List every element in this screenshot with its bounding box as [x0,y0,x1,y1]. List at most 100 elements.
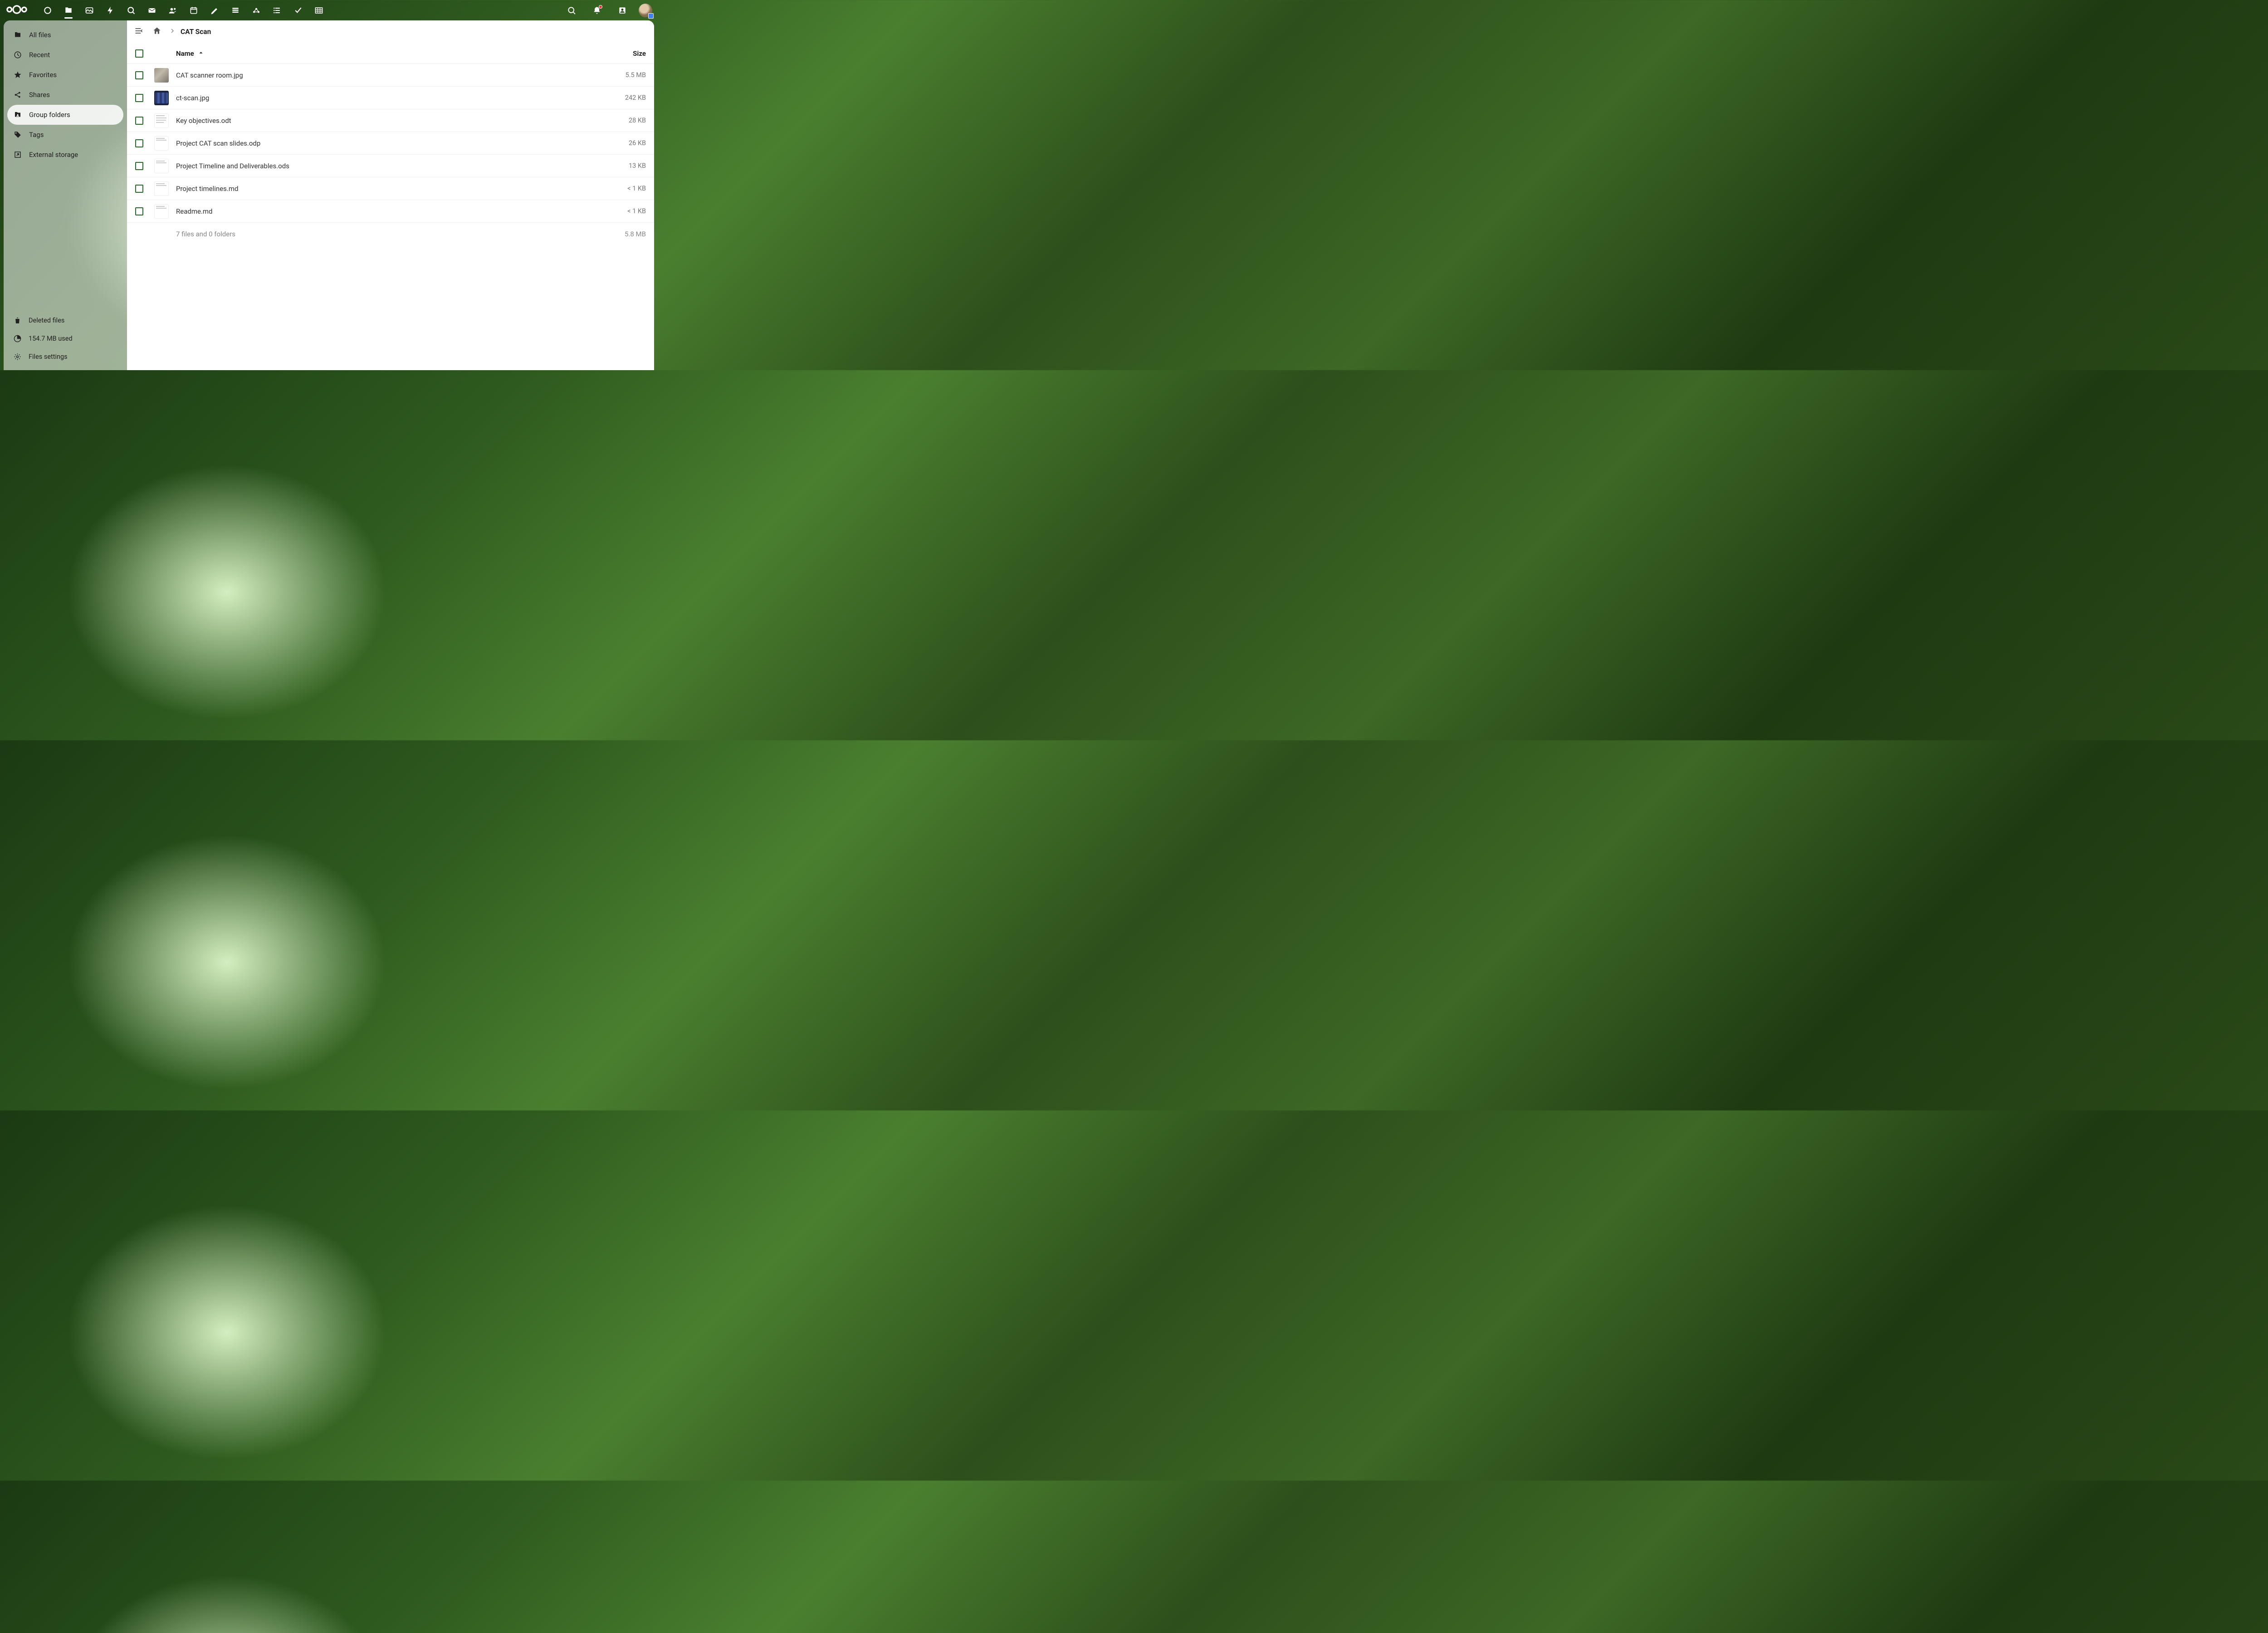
table-header: Name Size [127,43,654,64]
folder-icon [14,31,22,39]
mail-app-icon[interactable] [142,0,162,20]
sidebar-item-shares[interactable]: Shares [7,85,123,105]
file-thumbnail [154,181,169,196]
select-all-checkbox[interactable] [135,49,143,58]
row-checkbox[interactable] [135,139,143,147]
notification-dot [599,5,602,9]
sidebar-item-tags[interactable]: Tags [7,125,123,145]
table-row[interactable]: Key objectives.odt28 KB [127,109,654,132]
files-app-icon[interactable] [58,0,79,20]
sidebar-item-label: Recent [29,51,50,59]
file-size: 26 KB [605,139,646,147]
sort-asc-icon [198,49,204,58]
sidebar-item-external-storage[interactable]: External storage [7,145,123,165]
tag-icon [14,131,22,139]
star-icon [14,71,22,79]
file-thumbnail [154,159,169,173]
toggle-sidebar-icon[interactable] [132,24,145,39]
sidebar-item-group-folders[interactable]: Group folders [7,105,123,125]
file-size: 242 KB [605,94,646,102]
breadcrumb-current[interactable]: CAT Scan [181,28,211,36]
sidebar-item-label: Favorites [29,71,57,79]
chevron-right-icon [169,27,176,36]
trash-icon [14,317,21,324]
notes-app-icon[interactable] [204,0,225,20]
sidebar-item-label: Group folders [29,111,70,119]
file-name[interactable]: Key objectives.odt [176,117,605,125]
table-row[interactable]: Readme.md< 1 KB [127,200,654,223]
summary-row: 7 files and 0 folders 5.8 MB [127,223,654,245]
row-checkbox[interactable] [135,71,143,79]
sidebar-item-label: Shares [29,91,50,99]
tables-app-icon[interactable] [308,0,329,20]
sidebar-item-label: 154.7 MB used [29,335,73,342]
sidebar-item-label: External storage [29,151,78,159]
row-checkbox[interactable] [135,94,143,102]
file-thumbnail [154,68,169,83]
activity-app-icon[interactable] [100,0,121,20]
file-size: 5.5 MB [605,71,646,79]
file-name[interactable]: ct-scan.jpg [176,94,605,102]
deck-app-icon[interactable] [225,0,246,20]
file-name[interactable]: Project timelines.md [176,185,605,193]
sidebar: All files Recent Favorites Shares Group … [4,20,127,370]
file-name[interactable]: CAT scanner room.jpg [176,71,605,79]
circles-app-icon[interactable] [246,0,267,20]
sidebar-item-deleted[interactable]: Deleted files [7,311,123,329]
photos-app-icon[interactable] [79,0,100,20]
notifications-icon[interactable] [588,1,606,20]
calendar-app-icon[interactable] [183,0,204,20]
nextcloud-logo[interactable] [5,4,28,17]
file-name[interactable]: Project CAT scan slides.odp [176,139,605,147]
file-size: 13 KB [605,162,646,170]
table-row[interactable]: Project timelines.md< 1 KB [127,177,654,200]
file-thumbnail [154,136,169,151]
avatar-status-badge [648,13,654,19]
table-row[interactable]: Project Timeline and Deliverables.ods13 … [127,155,654,177]
sidebar-item-label: Files settings [29,353,68,361]
file-size: < 1 KB [605,185,646,192]
pie-icon [14,335,21,342]
group-folder-icon [14,111,22,119]
file-thumbnail [154,113,169,128]
summary-text: 7 files and 0 folders [176,230,605,238]
row-checkbox[interactable] [135,185,143,193]
clock-icon [14,51,22,59]
sidebar-item-quota[interactable]: 154.7 MB used [7,329,123,347]
tasks-app-icon[interactable] [288,0,308,20]
file-name[interactable]: Project Timeline and Deliverables.ods [176,162,605,170]
column-header-name[interactable]: Name [176,49,605,58]
external-icon [14,151,22,159]
file-size: 28 KB [605,117,646,124]
search-icon[interactable] [562,1,581,20]
table-row[interactable]: ct-scan.jpg242 KB [127,87,654,109]
sidebar-item-label: Deleted files [29,317,64,324]
contacts-app-icon[interactable] [162,0,183,20]
file-thumbnail [154,204,169,219]
row-checkbox[interactable] [135,207,143,215]
list-app-icon[interactable] [267,0,288,20]
file-size: < 1 KB [605,207,646,215]
summary-size: 5.8 MB [605,230,646,238]
table-row[interactable]: Project CAT scan slides.odp26 KB [127,132,654,155]
sidebar-item-files-settings[interactable]: Files settings [7,347,123,366]
file-name[interactable]: Readme.md [176,207,605,215]
sidebar-item-favorites[interactable]: Favorites [7,65,123,85]
share-icon [14,91,22,99]
table-row[interactable]: CAT scanner room.jpg5.5 MB [127,64,654,87]
avatar[interactable] [639,4,652,17]
sidebar-item-label: All files [29,31,51,39]
gear-icon [14,353,21,361]
sidebar-item-label: Tags [29,131,44,139]
dashboard-app-icon[interactable] [37,0,58,20]
contacts-menu-icon[interactable] [613,1,631,20]
file-thumbnail [154,91,169,105]
main-panel: CAT Scan Name Size CAT scanner room.jpg5… [127,20,654,370]
row-checkbox[interactable] [135,162,143,170]
sidebar-item-recent[interactable]: Recent [7,45,123,65]
column-header-size[interactable]: Size [605,49,646,58]
sidebar-item-all-files[interactable]: All files [7,25,123,45]
row-checkbox[interactable] [135,117,143,125]
talk-app-icon[interactable] [121,0,142,20]
breadcrumb-home-icon[interactable] [150,24,164,40]
